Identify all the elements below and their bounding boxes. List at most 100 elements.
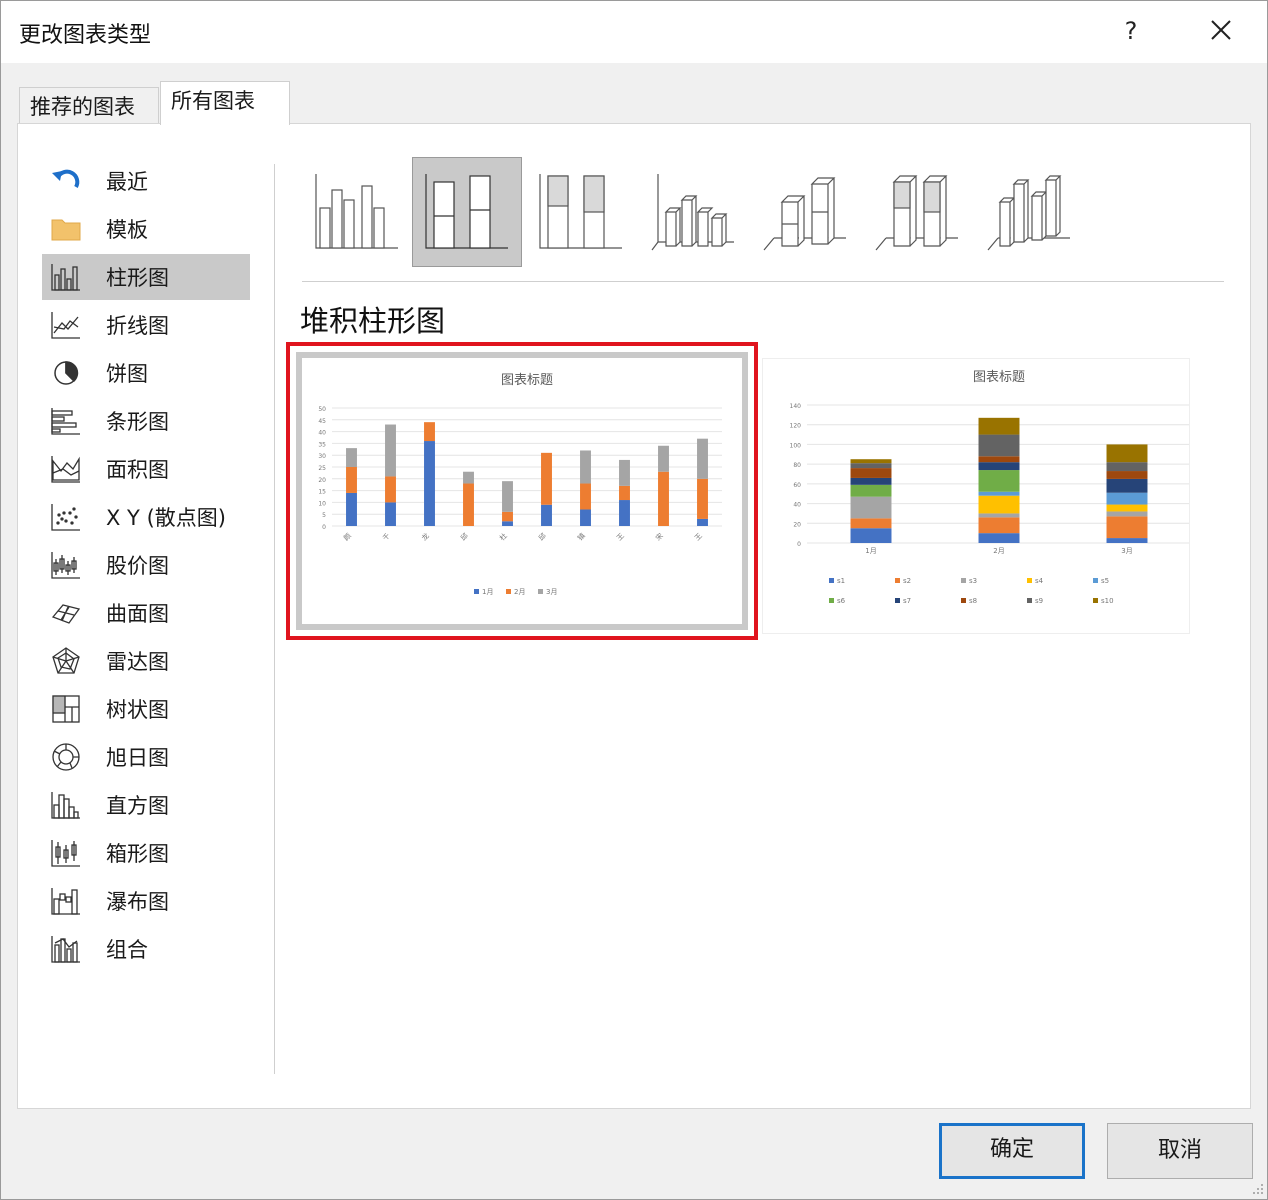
category-treemap[interactable]: 树状图 bbox=[42, 686, 250, 732]
bar-segment bbox=[1106, 471, 1148, 479]
subtypes-divider bbox=[302, 281, 1224, 282]
x-tick-label: 千 bbox=[381, 531, 392, 542]
bar-segment bbox=[541, 452, 552, 505]
category-line[interactable]: 折线图 bbox=[42, 302, 250, 348]
category-label: 直方图 bbox=[106, 794, 169, 818]
subtype-stacked-column[interactable] bbox=[412, 157, 522, 267]
y-tick-label: 40 bbox=[318, 430, 326, 437]
category-bar[interactable]: 条形图 bbox=[42, 398, 250, 444]
category-label: 柱形图 bbox=[106, 266, 169, 290]
bar-segment bbox=[697, 478, 708, 519]
subtype-3d-stacked-column[interactable] bbox=[750, 157, 860, 267]
y-tick-label: 50 bbox=[318, 406, 326, 413]
bar-segment bbox=[502, 521, 513, 526]
subtype-100-stacked-column[interactable] bbox=[526, 157, 636, 267]
tab-all-charts[interactable]: 所有图表 bbox=[160, 81, 290, 125]
category-column[interactable]: 柱形图 bbox=[42, 254, 250, 300]
bar-segment bbox=[346, 448, 357, 467]
y-tick-label: 60 bbox=[793, 482, 801, 489]
x-tick-label: 邱 bbox=[459, 532, 470, 543]
tab-recommended-charts[interactable]: 推荐的图表 bbox=[19, 87, 159, 127]
category-area[interactable]: 面积图 bbox=[42, 446, 250, 492]
sunburst-chart-icon bbox=[48, 739, 84, 775]
category-sunburst[interactable]: 旭日图 bbox=[42, 734, 250, 780]
y-tick-label: 0 bbox=[797, 541, 801, 548]
bar-segment bbox=[580, 509, 591, 526]
subtype-3d-clustered-column[interactable] bbox=[638, 157, 748, 267]
bar-segment bbox=[850, 459, 892, 464]
category-label: 雷达图 bbox=[106, 650, 169, 674]
bar-segment bbox=[424, 441, 435, 526]
legend-label: 1月 bbox=[482, 588, 493, 596]
scatter-chart-icon bbox=[48, 499, 84, 535]
legend-swatch bbox=[961, 598, 966, 603]
y-tick-label: 25 bbox=[318, 465, 326, 472]
cancel-button[interactable]: 取消 bbox=[1107, 1123, 1253, 1179]
category-radar[interactable]: 雷达图 bbox=[42, 638, 250, 684]
category-label: 树状图 bbox=[106, 698, 169, 722]
subtype-3d-column[interactable] bbox=[974, 157, 1084, 267]
treemap-chart-icon bbox=[48, 691, 84, 727]
bar-segment bbox=[978, 456, 1020, 463]
chart-preview-1[interactable]: 图表标题 0 5 10 15 20 25 30 35 40 45 50 颜 千 龙 邱 杜 邱 镇 王 宋 王 1月 2月 3月 bbox=[286, 342, 758, 640]
chart-title: 图表标题 bbox=[501, 373, 553, 388]
ok-button[interactable]: 确定 bbox=[939, 1123, 1085, 1179]
category-pie[interactable]: 饼图 bbox=[42, 350, 250, 396]
resize-grip-icon[interactable] bbox=[1249, 1181, 1265, 1197]
legend-swatch bbox=[961, 578, 966, 583]
x-tick-label: 龙 bbox=[420, 531, 431, 542]
legend-swatch bbox=[538, 589, 543, 594]
y-tick-label: 20 bbox=[793, 521, 801, 528]
y-tick-label: 120 bbox=[790, 423, 802, 430]
bar-segment bbox=[978, 417, 1020, 435]
y-tick-label: 15 bbox=[318, 489, 326, 496]
category-box-whisker[interactable]: 箱形图 bbox=[42, 830, 250, 876]
category-label: 条形图 bbox=[106, 410, 169, 434]
preview-chart-by-month: 图表标题 0 20 40 60 80 100 120 140 1月 2月 3月 s1 s2 s3 s4 s5 s6… bbox=[790, 370, 1191, 605]
legend-label: s4 bbox=[1035, 577, 1044, 585]
sidebar-divider bbox=[274, 164, 275, 1074]
bar-segment bbox=[1106, 511, 1148, 517]
category-label: 最近 bbox=[106, 170, 148, 194]
category-recent[interactable]: 最近 bbox=[42, 158, 250, 204]
subtype-clustered-column[interactable] bbox=[302, 157, 412, 267]
pie-chart-icon bbox=[48, 355, 84, 391]
x-tick-label: 镇 bbox=[576, 531, 587, 542]
bar-segment bbox=[697, 518, 708, 526]
legend-label: s1 bbox=[837, 577, 845, 585]
category-stock[interactable]: 股价图 bbox=[42, 542, 250, 588]
help-button[interactable]: ? bbox=[1113, 13, 1149, 49]
category-label: 饼图 bbox=[106, 362, 148, 386]
legend-label: s8 bbox=[969, 597, 977, 605]
bar-segment bbox=[502, 481, 513, 512]
legend-label: s10 bbox=[1101, 597, 1114, 605]
3d-100-stacked-column-icon bbox=[875, 175, 958, 251]
chart-preview-2[interactable]: 图表标题 0 20 40 60 80 100 120 140 1月 2月 3月 s1 s2 s3 s4 s5 s6… bbox=[762, 358, 1191, 634]
category-templates[interactable]: 模板 bbox=[42, 206, 250, 252]
folder-icon bbox=[48, 211, 84, 247]
bar-segment bbox=[346, 492, 357, 526]
combo-chart-icon bbox=[48, 931, 84, 967]
category-surface[interactable]: 曲面图 bbox=[42, 590, 250, 636]
close-icon bbox=[1211, 20, 1231, 40]
subtype-3d-100-stacked-column[interactable] bbox=[862, 157, 972, 267]
x-tick-label: 杜 bbox=[498, 531, 509, 542]
3d-column-icon bbox=[987, 175, 1070, 251]
bar-segment bbox=[978, 434, 1020, 457]
bar-segment bbox=[463, 471, 474, 484]
bar-segment bbox=[385, 476, 396, 503]
y-tick-label: 30 bbox=[318, 453, 326, 460]
category-combo[interactable]: 组合 bbox=[42, 926, 250, 972]
legend-swatch bbox=[1027, 578, 1032, 583]
bar-segment bbox=[502, 511, 513, 522]
category-scatter[interactable]: X Y (散点图) bbox=[42, 494, 250, 540]
bar-segment bbox=[385, 502, 396, 526]
bar-segment bbox=[619, 500, 630, 526]
category-histogram[interactable]: 直方图 bbox=[42, 782, 250, 828]
close-button[interactable] bbox=[1201, 13, 1241, 49]
category-waterfall[interactable]: 瀑布图 bbox=[42, 878, 250, 924]
bar-segment bbox=[580, 483, 591, 510]
line-chart-icon bbox=[48, 307, 84, 343]
category-label: 曲面图 bbox=[106, 602, 169, 626]
chart-title: 图表标题 bbox=[973, 370, 1025, 385]
